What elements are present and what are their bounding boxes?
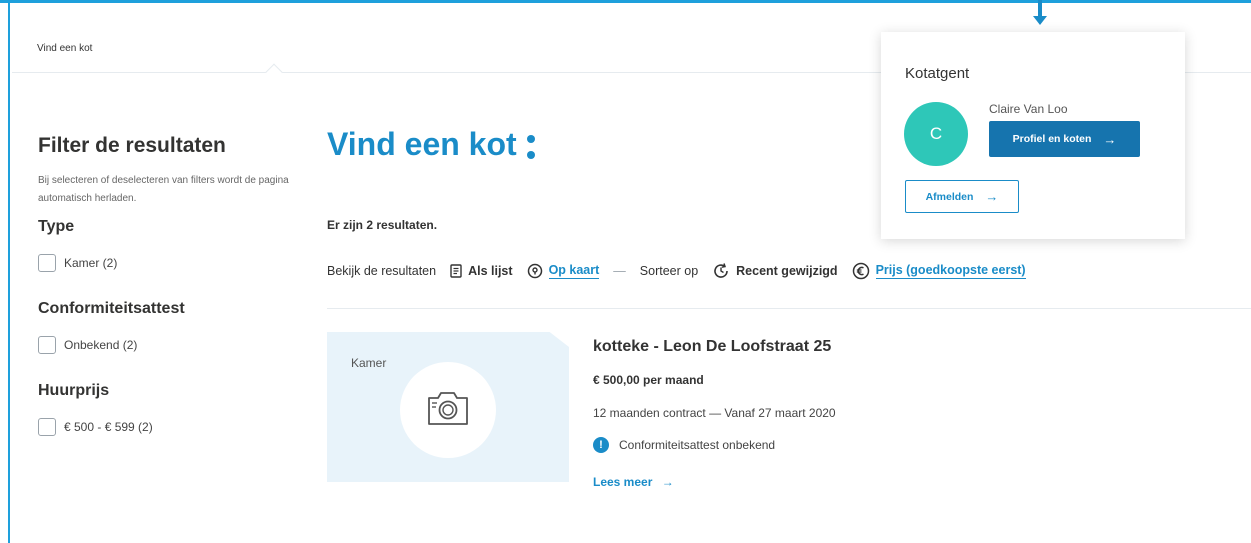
filter-group-conformiteitsattest: Conformiteitsattest Onbekend (2) (38, 300, 300, 354)
results-divider (327, 308, 1251, 309)
view-list-button[interactable]: Als lijst (450, 264, 513, 278)
filter-group-title: Conformiteitsattest (38, 300, 185, 317)
filter-option-price-range[interactable]: € 500 - € 599 (2) (38, 418, 300, 436)
arrow-right-icon: → (1103, 131, 1117, 147)
euro-icon (852, 262, 870, 280)
profile-button[interactable]: Profiel en koten → (989, 121, 1140, 157)
listing-contract: 12 maanden contract — Vanaf 27 maart 202… (593, 406, 836, 420)
map-pin-icon (527, 263, 543, 279)
filter-option-label: € 500 - € 599 (2) (64, 420, 153, 434)
camera-icon (424, 388, 472, 433)
page-title-text: Vind een kot (327, 126, 517, 162)
popup-title: Kotatgent (905, 65, 970, 82)
listing-price: € 500,00 per maand (593, 373, 704, 387)
filter-note: Bij selecteren of deselecteren van filte… (38, 175, 289, 204)
profile-button-label: Profiel en koten (1012, 133, 1092, 145)
filter-group-type: Type Kamer (2) (38, 218, 300, 272)
filter-title: Filter de resultaten (38, 134, 226, 157)
read-more-label: Lees meer (593, 475, 653, 489)
filter-group-title: Huurprijs (38, 382, 110, 399)
sort-price-label: Prijs (goedkoopste eerst) (875, 263, 1026, 279)
listing-image[interactable]: Kamer (327, 332, 569, 482)
listing-certificate-label: Conformiteitsattest onbekend (619, 438, 776, 452)
sort-recent-label: Recent gewijzigd (736, 264, 838, 278)
view-sort-bar: Bekijk de resultaten Als lijst Op kaart … (327, 262, 1040, 280)
filter-option-label: Onbekend (2) (64, 338, 138, 352)
read-more-link[interactable]: Lees meer → (593, 475, 674, 489)
checkbox[interactable] (38, 336, 56, 354)
arrow-right-icon: → (661, 475, 674, 489)
clock-refresh-icon (712, 262, 730, 280)
camera-placeholder (400, 362, 496, 458)
filter-option-label: Kamer (2) (64, 256, 118, 270)
sort-price-button[interactable]: Prijs (goedkoopste eerst) (852, 262, 1026, 280)
info-icon: ! (593, 437, 609, 453)
header-notch (265, 63, 283, 81)
page-title: Vind een kot (327, 126, 535, 163)
checkbox[interactable] (38, 254, 56, 272)
filter-option-kamer[interactable]: Kamer (2) (38, 254, 300, 272)
filter-sidebar: Filter de resultaten Bij selecteren of d… (38, 134, 300, 436)
colon-icon (526, 134, 535, 159)
view-map-label: Op kaart (548, 263, 600, 279)
listing-title[interactable]: kotteke - Leon De Loofstraat 25 (593, 338, 831, 356)
user-menu-popup: Kotatgent C Claire Van Loo Profiel en ko… (881, 32, 1185, 239)
document-list-icon (450, 264, 462, 278)
sort-recent-button[interactable]: Recent gewijzigd (712, 262, 838, 280)
logout-button-label: Afmelden (925, 190, 974, 203)
checkbox[interactable] (38, 418, 56, 436)
filter-group-huurprijs: Huurprijs € 500 - € 599 (2) (38, 382, 300, 436)
listing-certificate: ! Conformiteitsattest onbekend (593, 437, 775, 453)
filter-group-title: Type (38, 218, 75, 235)
listing-type-tag: Kamer (351, 356, 387, 370)
arrow-right-icon: → (985, 189, 999, 204)
sort-label: Sorteer op (639, 264, 699, 278)
breadcrumb[interactable]: Vind een kot (37, 43, 92, 54)
filter-option-onbekend[interactable]: Onbekend (2) (38, 336, 300, 354)
view-label: Bekijk de resultaten (327, 264, 437, 278)
frame-left-border (8, 0, 10, 543)
logout-button[interactable]: Afmelden → (905, 180, 1019, 213)
results-count: Er zijn 2 resultaten. (327, 218, 438, 232)
avatar: C (904, 102, 968, 166)
view-map-button[interactable]: Op kaart (527, 263, 600, 279)
user-name: Claire Van Loo (989, 102, 1068, 116)
view-list-label: Als lijst (468, 264, 513, 278)
separator: — (613, 264, 626, 278)
